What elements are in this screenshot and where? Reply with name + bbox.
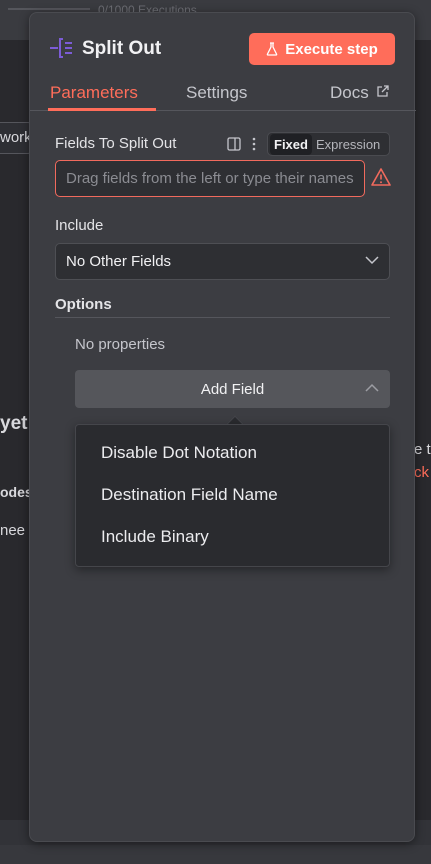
- tab-settings[interactable]: Settings: [186, 83, 247, 103]
- toggle-expression[interactable]: Expression: [312, 134, 384, 155]
- tab-docs-label: Docs: [330, 83, 369, 102]
- panel-tabs: Parameters Settings Docs: [30, 75, 416, 111]
- options-label: Options: [55, 296, 112, 313]
- options-divider: [55, 317, 390, 318]
- bg-text-right-1: e t: [414, 441, 431, 458]
- chevron-down-icon: [365, 256, 379, 265]
- progress-track: [8, 8, 90, 10]
- tab-parameters[interactable]: Parameters: [50, 83, 138, 103]
- dropdown-item-destination-field-name[interactable]: Destination Field Name: [101, 485, 278, 505]
- fixed-expression-toggle: Fixed Expression: [267, 132, 390, 156]
- fields-to-split-input[interactable]: [55, 160, 365, 197]
- chevron-up-icon: [365, 383, 379, 392]
- active-tab-indicator: [48, 108, 156, 111]
- add-field-button[interactable]: Add Field: [75, 370, 390, 408]
- external-link-icon: [377, 85, 390, 97]
- bg-text-right-2: ck: [414, 464, 429, 481]
- node-details-panel: Split Out Execute step Parameters Settin…: [29, 12, 416, 842]
- split-out-icon: [50, 38, 72, 58]
- bg-text-yet: yet: [0, 413, 28, 434]
- execute-step-label: Execute step: [285, 40, 378, 58]
- bg-text-work: work: [0, 129, 32, 146]
- parameter-actions: [227, 137, 256, 151]
- tab-docs[interactable]: Docs: [330, 83, 390, 103]
- add-field-dropdown: Disable Dot Notation Destination Field N…: [75, 424, 390, 567]
- fields-to-split-label: Fields To Split Out: [55, 135, 177, 152]
- bg-text-nodes: odes: [0, 484, 33, 500]
- include-select-value: No Other Fields: [66, 253, 172, 270]
- include-select[interactable]: No Other Fields: [55, 243, 390, 280]
- toggle-fixed[interactable]: Fixed: [270, 133, 312, 155]
- panel-toggle-icon[interactable]: [227, 137, 241, 151]
- bg-text-need: nee: [0, 522, 26, 539]
- dropdown-item-include-binary[interactable]: Include Binary: [101, 527, 209, 547]
- more-options-icon[interactable]: [252, 137, 256, 151]
- no-properties-text: No properties: [75, 336, 166, 353]
- execute-step-button[interactable]: Execute step: [249, 33, 395, 65]
- add-field-label: Add Field: [200, 380, 265, 398]
- dropdown-item-disable-dot-notation[interactable]: Disable Dot Notation: [101, 443, 257, 463]
- flask-icon: [266, 42, 278, 56]
- canvas-footer: [0, 845, 431, 864]
- include-label: Include: [55, 217, 104, 234]
- node-title: Split Out: [82, 38, 162, 59]
- warning-icon: [371, 168, 391, 186]
